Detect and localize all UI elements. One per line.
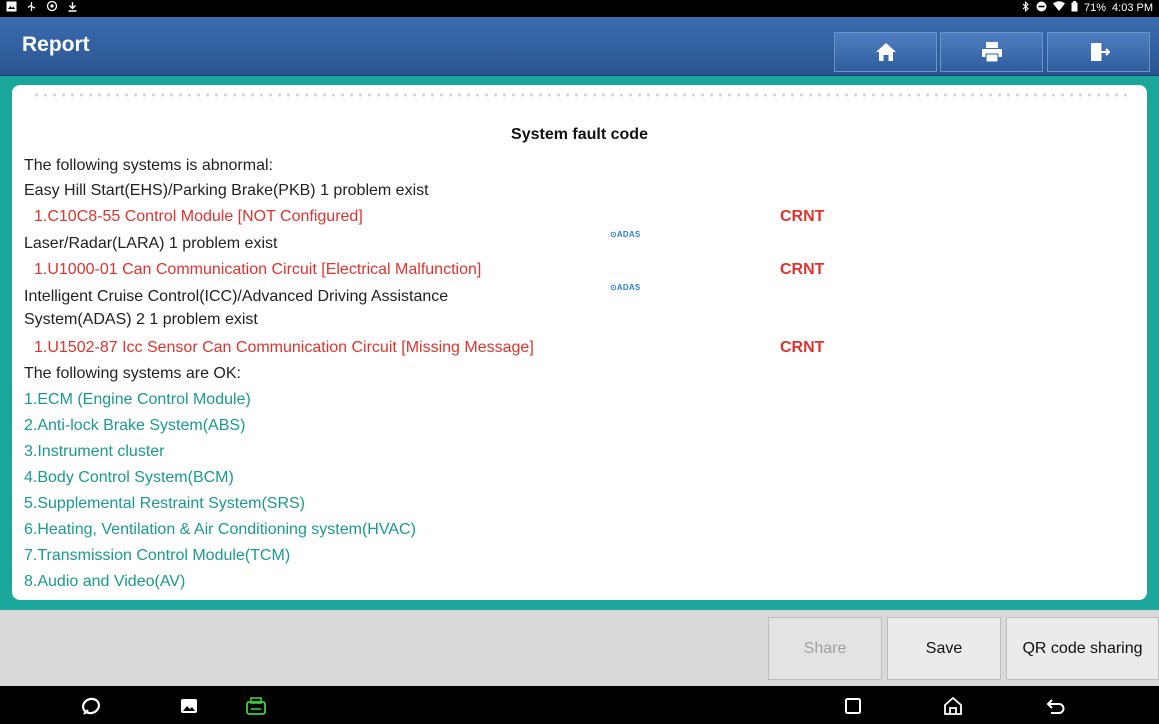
wifi-icon xyxy=(1053,1,1065,16)
ok-system-item: 7.Transmission Control Module(TCM) xyxy=(24,547,291,564)
do-not-disturb-icon xyxy=(1036,1,1047,17)
adas-badge[interactable]: ⊙ADAS xyxy=(610,230,640,239)
ok-system-item: 2.Anti-lock Brake System(ABS) xyxy=(24,417,246,434)
fault-code: 1.C10C8-55 Control Module [NOT Configure… xyxy=(34,208,363,225)
ok-system-item: 5.Supplemental Restraint System(SRS) xyxy=(24,495,305,512)
abnormal-heading: The following systems is abnormal: xyxy=(24,157,273,174)
abnormal-system-name: Laser/Radar(LARA) 1 problem exist xyxy=(24,235,278,252)
adas-badge[interactable]: ⊙ADAS xyxy=(610,283,640,292)
back-icon[interactable] xyxy=(1045,695,1067,717)
home-button[interactable] xyxy=(834,32,937,72)
print-button[interactable] xyxy=(940,32,1043,72)
fault-status: CRNT xyxy=(780,208,825,225)
ok-system-item: 8.Audio and Video(AV) xyxy=(24,573,186,590)
browser-shortcut-icon[interactable] xyxy=(80,695,102,717)
fault-code: 1.U1000-01 Can Communication Circuit [El… xyxy=(34,261,482,278)
gallery-notification-icon xyxy=(6,1,17,17)
recent-apps-icon[interactable] xyxy=(842,695,864,717)
fault-status: CRNT xyxy=(780,261,825,278)
navigation-bar xyxy=(0,686,1159,724)
home-nav-icon[interactable] xyxy=(942,695,964,717)
vci-connector-icon[interactable] xyxy=(245,695,267,717)
settings-notification-icon xyxy=(46,0,58,17)
ok-system-item: 3.Instrument cluster xyxy=(24,443,165,460)
share-button[interactable]: Share xyxy=(768,617,882,680)
title-bar: Report xyxy=(0,17,1159,76)
qr-code-sharing-button[interactable]: QR code sharing xyxy=(1006,617,1159,680)
clock: 4:03 PM xyxy=(1112,2,1153,14)
ok-system-item: 1.ECM (Engine Control Module) xyxy=(24,391,251,408)
ok-heading: The following systems are OK: xyxy=(24,365,241,382)
battery-icon xyxy=(1071,0,1078,17)
home-icon xyxy=(875,43,896,61)
gallery-shortcut-icon[interactable] xyxy=(178,695,200,717)
report-title: System fault code xyxy=(511,126,648,143)
fault-status: CRNT xyxy=(780,339,825,356)
save-button[interactable]: Save xyxy=(887,617,1001,680)
download-notification-icon xyxy=(67,1,78,17)
exit-icon xyxy=(1090,43,1110,61)
print-icon xyxy=(981,42,1002,63)
abnormal-system-name-line2: System(ADAS) 2 1 problem exist xyxy=(24,311,258,328)
action-bar: Share Save QR code sharing xyxy=(0,610,1159,686)
perforation-dots xyxy=(32,93,1127,97)
ok-system-item: 6.Heating, Ventilation & Air Conditionin… xyxy=(24,521,416,538)
status-bar: 71% 4:03 PM xyxy=(0,0,1159,17)
report-frame: System fault code The following systems … xyxy=(0,76,1159,610)
usb-notification-icon xyxy=(26,1,37,17)
abnormal-system-name: Easy Hill Start(EHS)/Parking Brake(PKB) … xyxy=(24,182,429,199)
bluetooth-icon xyxy=(1022,0,1030,17)
abnormal-system-name-line1: Intelligent Cruise Control(ICC)/Advanced… xyxy=(24,288,449,305)
page-title: Report xyxy=(22,33,90,56)
ok-system-item: 4.Body Control System(BCM) xyxy=(24,469,234,486)
exit-button[interactable] xyxy=(1047,32,1150,72)
report-paper[interactable]: System fault code The following systems … xyxy=(12,85,1147,600)
battery-percent: 71% xyxy=(1084,2,1107,14)
fault-code: 1.U1502-87 Icc Sensor Can Communication … xyxy=(34,339,534,356)
